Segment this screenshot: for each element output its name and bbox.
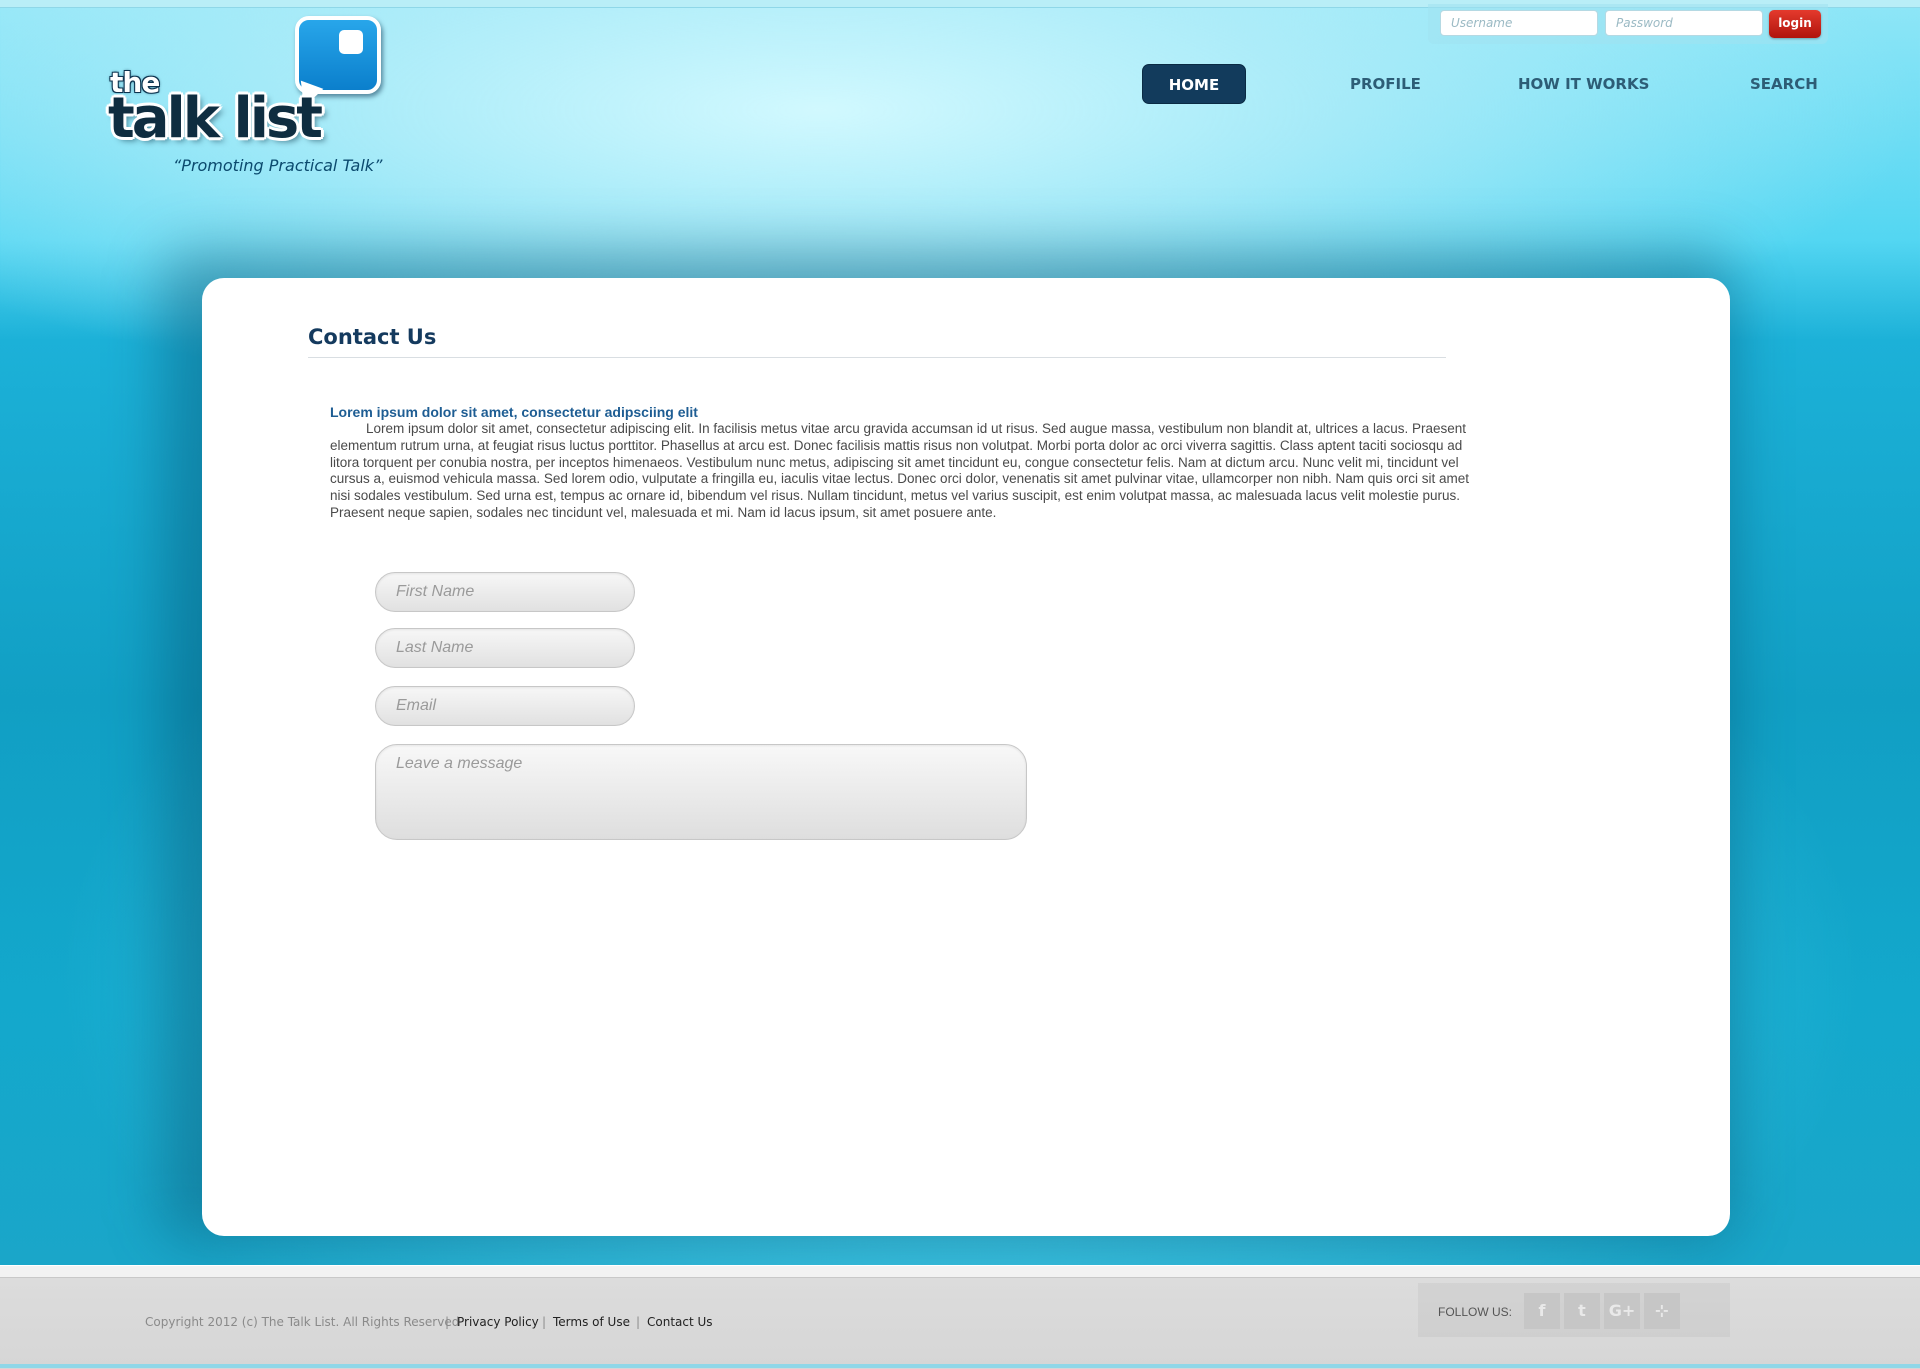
twitter-icon[interactable]: t <box>1564 1293 1600 1329</box>
lead-heading: Lorem ipsum dolor sit amet, consectetur … <box>330 404 698 420</box>
terms-of-use-link[interactable]: Terms of Use <box>553 1315 630 1329</box>
footer-separator: | <box>636 1315 641 1329</box>
nav-home[interactable]: HOME <box>1142 64 1246 104</box>
page-title: Contact Us <box>308 325 437 349</box>
nav-search[interactable]: SEARCH <box>1750 64 1818 104</box>
password-input[interactable]: Password <box>1605 10 1763 36</box>
nav-how-it-works[interactable]: HOW IT WORKS <box>1518 64 1649 104</box>
facebook-icon[interactable]: f <box>1524 1293 1560 1329</box>
login-button[interactable]: login <box>1769 10 1821 38</box>
first-name-field[interactable]: First Name <box>375 572 635 612</box>
login-panel: Username Password login <box>1428 4 1828 44</box>
tagline: “Promoting Practical Talk” <box>173 156 383 175</box>
contact-us-link[interactable]: Contact Us <box>647 1315 713 1329</box>
copyright-text: Copyright 2012 (c) The Talk List. All Ri… <box>145 1315 460 1329</box>
privacy-policy-link[interactable]: Privacy Policy <box>457 1315 539 1329</box>
footer-separator: | <box>542 1315 547 1329</box>
title-divider <box>308 357 1446 358</box>
rss-icon[interactable]: ⊹ <box>1644 1293 1680 1329</box>
bubble-highlight <box>339 30 363 54</box>
footer: Copyright 2012 (c) The Talk List. All Ri… <box>0 1277 1920 1369</box>
google-plus-icon[interactable]: G+ <box>1604 1293 1640 1329</box>
main-nav: HOME PROFILE HOW IT WORKS SEARCH <box>0 64 1920 106</box>
email-field[interactable]: Email <box>375 686 635 726</box>
footer-separator: | <box>445 1315 450 1329</box>
follow-label: FOLLOW US: <box>1438 1305 1513 1319</box>
last-name-field[interactable]: Last Name <box>375 628 635 668</box>
content-panel: Contact Us Lorem ipsum dolor sit amet, c… <box>202 278 1730 1236</box>
footer-bottom-stripe <box>0 1364 1920 1368</box>
nav-profile[interactable]: PROFILE <box>1350 64 1421 104</box>
message-textarea[interactable]: Leave a message <box>375 744 1027 840</box>
body-paragraph: Lorem ipsum dolor sit amet, consectetur … <box>330 421 1470 520</box>
username-input[interactable]: Username <box>1440 10 1598 36</box>
